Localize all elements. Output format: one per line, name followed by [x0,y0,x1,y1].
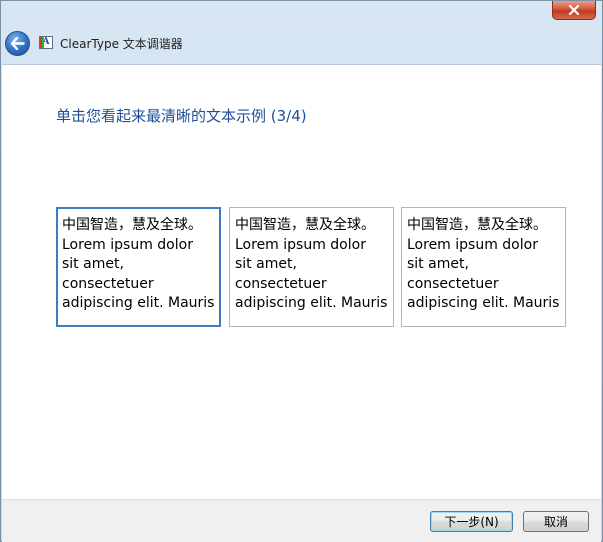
back-arrow-icon [10,37,25,50]
window-title: ClearType 文本调谐器 [60,37,183,51]
sample-line: sit amet, [407,256,469,272]
sample-line: consectetuer [62,275,154,292]
sample-line: consectetuer [407,275,499,292]
close-icon [568,5,580,15]
sample-line: consectetuer [235,275,327,292]
cancel-button[interactable]: 取消 [523,511,589,532]
back-button[interactable] [5,31,30,56]
page-heading: 单击您看起来最清晰的文本示例 (3/4) [56,107,307,125]
sample-line: sit amet, [62,256,124,272]
sample-line: 中国智造，慧及全球。 [407,217,547,233]
sample-line: sit amet, [235,256,297,272]
sample-line: adipiscing elit. Mauris [235,295,388,311]
sample-line: Lorem ipsum dolor [235,236,366,253]
footer-bar: 下一步(N) 取消 [2,499,601,542]
sample-line: 中国智造，慧及全球。 [235,217,375,233]
window-frame: A ClearType 文本调谐器 单击您看起来最清晰的文本示例 (3/4) 中… [0,0,603,542]
text-sample-1[interactable]: 中国智造，慧及全球。 Lorem ipsum dolor sit amet, c… [56,207,221,327]
close-button[interactable] [552,1,596,20]
next-button[interactable]: 下一步(N) [430,511,513,532]
text-sample-2[interactable]: 中国智造，慧及全球。 Lorem ipsum dolor sit amet, c… [229,207,394,327]
content-area: 单击您看起来最清晰的文本示例 (3/4) 中国智造，慧及全球。 Lorem ip… [2,64,601,500]
cleartype-icon: A [39,36,53,49]
text-sample-3[interactable]: 中国智造，慧及全球。 Lorem ipsum dolor sit amet, c… [401,207,566,327]
sample-line: Lorem ipsum dolor [407,236,538,253]
sample-line: adipiscing elit. Mauris [62,295,215,311]
sample-line: adipiscing elit. Mauris [407,295,560,311]
sample-line: Lorem ipsum dolor [62,236,193,253]
sample-line: 中国智造，慧及全球。 [62,217,202,233]
